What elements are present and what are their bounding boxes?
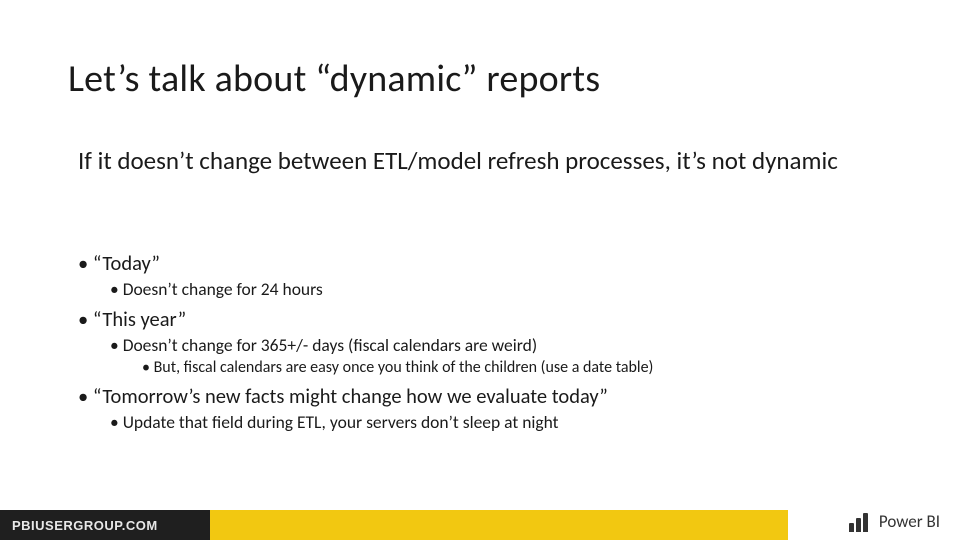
footer: PBIUSERGROUP.COM Power BI [0, 502, 960, 540]
bullet-lvl1: “Today” Doesn’t change for 24 hours [78, 250, 900, 300]
bullet-text: Doesn’t change for 365+/- days (fiscal c… [123, 334, 537, 356]
bullet-lvl2: Doesn’t change for 24 hours [110, 278, 900, 300]
powerbi-icon [849, 510, 871, 532]
footer-brand: Power BI [788, 502, 960, 540]
footer-left-text: PBIUSERGROUP.COM [12, 518, 158, 533]
bullet-lvl2: Doesn’t change for 365+/- days (fiscal c… [110, 334, 900, 377]
footer-left-bar: PBIUSERGROUP.COM [0, 510, 210, 540]
bullet-lvl1: “Tomorrow’s new facts might change how w… [78, 383, 900, 433]
slide-subtitle: If it doesn’t change between ETL/model r… [78, 145, 900, 176]
bullet-lvl1: “This year” Doesn’t change for 365+/- da… [78, 306, 900, 377]
footer-brand-label: Power BI [879, 511, 940, 532]
slide-title: Let’s talk about “dynamic” reports [68, 56, 600, 102]
bullet-lvl3: But, fiscal calendars are easy once you … [142, 358, 900, 377]
footer-yellow-bar [210, 510, 788, 540]
bullet-lvl2: Update that field during ETL, your serve… [110, 411, 900, 433]
slide: Let’s talk about “dynamic” reports If it… [0, 0, 960, 540]
slide-body: “Today” Doesn’t change for 24 hours “Thi… [78, 250, 900, 439]
bullet-text: Doesn’t change for 24 hours [123, 278, 323, 300]
bullet-text: “Tomorrow’s new facts might change how w… [93, 383, 608, 409]
bullet-text: Update that field during ETL, your serve… [123, 411, 559, 433]
bullet-text: “Today” [93, 250, 160, 276]
bullet-text: “This year” [93, 306, 186, 332]
bullet-text: But, fiscal calendars are easy once you … [154, 358, 654, 377]
